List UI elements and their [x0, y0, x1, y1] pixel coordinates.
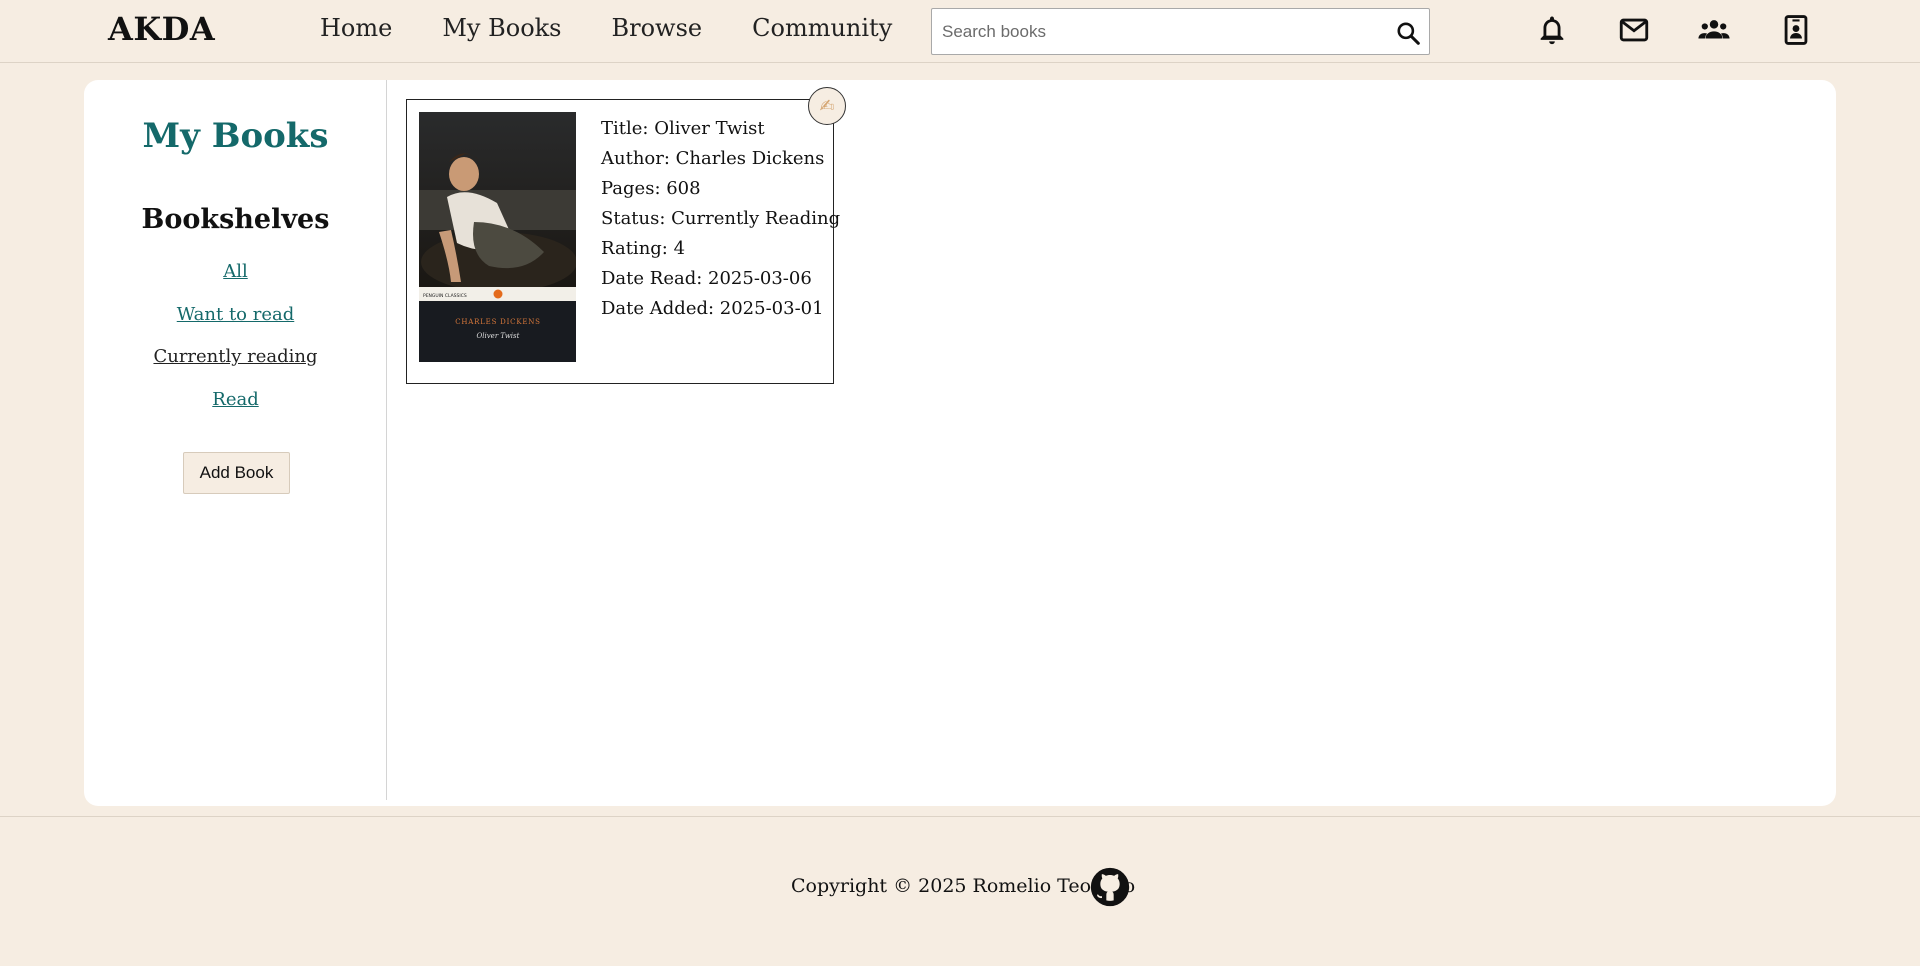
edit-pencil-icon: ✍	[819, 95, 835, 117]
nav-browse[interactable]: Browse	[612, 14, 703, 42]
add-book-button[interactable]: Add Book	[183, 452, 290, 494]
search-icon[interactable]	[1395, 20, 1421, 46]
book-rating: Rating: 4	[601, 238, 686, 259]
book-status: Status: Currently Reading	[601, 208, 841, 229]
nav-home[interactable]: Home	[320, 14, 392, 42]
main-nav: Home My Books Browse Community	[320, 14, 942, 42]
shelf-link-want-to-read[interactable]: Want to read	[84, 304, 387, 325]
cover-series: PENGUIN CLASSICS	[423, 293, 467, 299]
copyright-text: Copyright © 2025 Romelio Teodoro	[791, 875, 1136, 897]
book-date-read: Date Read: 2025-03-06	[601, 268, 812, 289]
mail-icon[interactable]	[1617, 13, 1651, 47]
profile-icon[interactable]	[1779, 13, 1813, 47]
bell-icon[interactable]	[1535, 13, 1569, 47]
nav-my-books[interactable]: My Books	[442, 14, 561, 42]
page-title: My Books	[142, 116, 329, 156]
book-details: Title: Oliver Twist Author: Charles Dick…	[601, 114, 840, 324]
shelf-link-all[interactable]: All	[84, 261, 387, 282]
book-title: Title: Oliver Twist	[601, 118, 765, 139]
shelf-link-currently-reading[interactable]: Currently reading	[84, 346, 387, 367]
friends-icon[interactable]	[1697, 13, 1731, 47]
main-content: My Books Bookshelves All Want to read Cu…	[84, 80, 1836, 806]
book-cover[interactable]: PENGUIN CLASSICS CHARLES DICKENS Oliver …	[419, 112, 576, 362]
cover-author: CHARLES DICKENS	[455, 318, 541, 326]
cover-art: PENGUIN CLASSICS CHARLES DICKENS Oliver …	[419, 112, 576, 362]
shelf-link-read[interactable]: Read	[84, 389, 387, 410]
footer: Copyright © 2025 Romelio Teodoro	[0, 816, 1920, 966]
nav-community[interactable]: Community	[752, 14, 892, 42]
search-input[interactable]	[932, 9, 1372, 54]
bookshelves-heading: Bookshelves	[141, 204, 330, 235]
sidebar: My Books Bookshelves All Want to read Cu…	[84, 80, 387, 800]
book-pages: Pages: 608	[601, 178, 701, 199]
book-card[interactable]: PENGUIN CLASSICS CHARLES DICKENS Oliver …	[406, 99, 840, 384]
book-author: Author: Charles Dickens	[601, 148, 825, 169]
edit-book-button[interactable]: ✍	[808, 87, 846, 125]
search-box	[931, 8, 1430, 55]
cover-title: Oliver Twist	[477, 332, 520, 340]
book-date-added: Date Added: 2025-03-01	[601, 298, 824, 319]
site-logo[interactable]: AKDA	[108, 10, 215, 48]
github-icon[interactable]	[1090, 867, 1130, 907]
top-header: AKDA Home My Books Browse Community	[0, 0, 1920, 63]
